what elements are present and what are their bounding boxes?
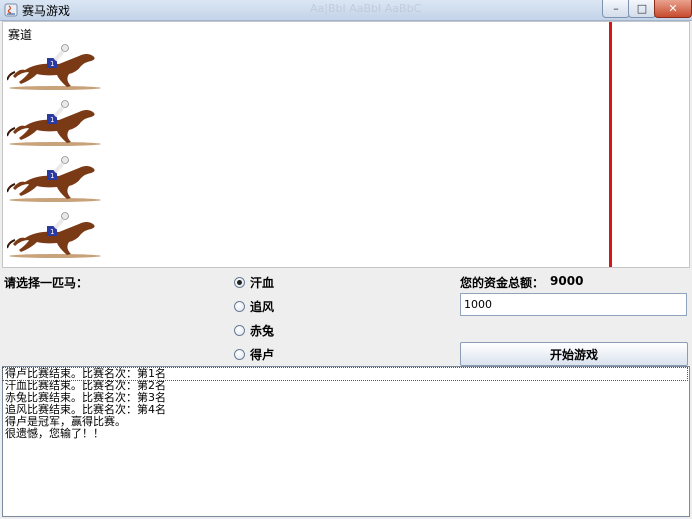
funds-label: 您的资金总额： [460,276,545,290]
race-track: 赛道 1 1 1 1 [2,21,690,268]
radio-button[interactable] [234,300,245,312]
maximize-icon: □ [636,2,648,15]
svg-text:1: 1 [50,228,54,236]
choose-horse-label: 请选择一匹马： [4,276,89,290]
window-title: 赛马游戏 [22,4,71,18]
minimize-icon: – [613,2,619,15]
finish-line [609,22,612,267]
background-ribbon-ghost: Aa|BbI AaBbI AaBbC [310,2,422,15]
java-app-icon [4,3,18,17]
start-game-label: 开始游戏 [549,347,598,362]
horse-1: 1 [7,44,101,90]
svg-text:1: 1 [50,172,54,180]
radio-option-hanxue[interactable]: 汗血 [234,273,274,291]
close-icon: ✕ [668,2,678,15]
radio-button[interactable] [234,348,245,360]
svg-text:1: 1 [50,116,54,124]
horse-3: 1 [7,156,101,202]
horse-2: 1 [7,100,101,146]
start-game-button[interactable]: 开始游戏 [460,342,688,366]
radio-label[interactable]: 得卢 [250,346,274,363]
radio-label[interactable]: 赤兔 [250,322,274,339]
horse-4: 1 [7,212,101,258]
track-label: 赛道 [8,28,33,42]
close-button[interactable]: ✕ [654,0,692,18]
svg-text:1: 1 [50,60,54,68]
radio-button[interactable] [234,276,245,288]
maximize-button[interactable]: □ [628,0,656,18]
bet-amount-input[interactable] [460,293,687,316]
radio-label[interactable]: 汗血 [250,274,274,291]
funds-value: 9000 [550,274,584,288]
radio-button[interactable] [234,324,245,336]
title-bar[interactable]: 赛马游戏 Aa|BbI AaBbI AaBbC – □ ✕ [0,0,692,21]
funds-display: 您的资金总额： 9000 [460,274,583,291]
radio-option-chitu[interactable]: 赤兔 [234,321,274,339]
log-line: 很遗憾，您输了！！ [5,427,104,440]
radio-option-zhuifeng[interactable]: 追风 [234,297,274,315]
log-line: 得卢是冠军，赢得比赛。 [5,415,126,428]
radio-label[interactable]: 追风 [250,298,274,315]
result-log[interactable]: 得卢比赛结束。比赛名次：第1名 汗血比赛结束。比赛名次：第2名 赤兔比赛结束。比… [2,366,690,517]
minimize-button[interactable]: – [602,0,630,18]
radio-option-delu[interactable]: 得卢 [234,345,274,363]
